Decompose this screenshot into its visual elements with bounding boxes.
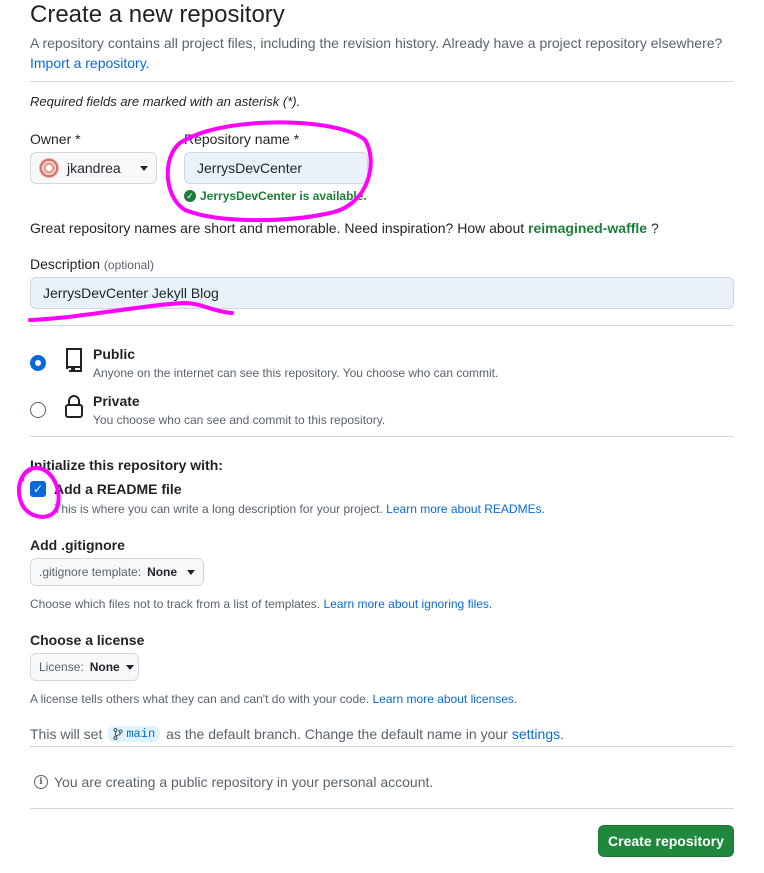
info-icon: i [34, 775, 48, 789]
name-inspiration: Great repository names are short and mem… [30, 220, 659, 236]
gitignore-desc-text: Choose which files not to track from a l… [30, 597, 321, 611]
gitignore-template-dropdown[interactable]: .gitignore template: None [30, 558, 204, 586]
suggested-name-button[interactable]: reimagined-waffle [528, 220, 647, 236]
public-desc: Anyone on the internet can see this repo… [93, 366, 499, 380]
divider [30, 325, 734, 326]
avatar [39, 158, 59, 178]
description-label: Description (optional) [30, 256, 154, 272]
git-branch-icon [113, 728, 123, 740]
owner-label: Owner * [30, 131, 81, 147]
default-branch-note: This will set main as the default branch… [30, 726, 564, 742]
readme-label[interactable]: Add a README file [54, 481, 182, 497]
divider [30, 746, 734, 747]
license-label: Choose a license [30, 632, 145, 648]
info-text: You are creating a public repository in … [54, 774, 434, 790]
settings-link[interactable]: settings [512, 726, 560, 742]
inspiration-text: Great repository names are short and mem… [30, 220, 525, 236]
owner-value: jkandrea [67, 160, 121, 176]
license-desc-text: A license tells others what they can and… [30, 692, 370, 706]
branch-pill: main [108, 726, 161, 742]
check-circle-icon: ✓ [184, 190, 196, 202]
readme-learn-more-link[interactable]: Learn more about READMEs. [386, 502, 545, 516]
gitignore-learn-more-link[interactable]: Learn more about ignoring files. [323, 597, 492, 611]
license-prefix: License: [39, 660, 84, 674]
divider [30, 81, 734, 82]
public-radio[interactable] [30, 355, 46, 371]
license-learn-more-link[interactable]: Learn more about licenses. [373, 692, 518, 706]
required-fields-note: Required fields are marked with an aster… [30, 94, 301, 109]
private-radio[interactable] [30, 402, 46, 418]
license-dropdown[interactable]: License: None [30, 653, 139, 681]
repo-name-label: Repository name * [184, 131, 300, 147]
gitignore-label: Add .gitignore [30, 537, 125, 553]
readme-checkbox[interactable]: ✓ [30, 481, 46, 497]
availability-text: JerrysDevCenter is available. [200, 189, 367, 203]
optional-hint: (optional) [103, 258, 154, 272]
branch-prefix: This will set [30, 726, 103, 742]
owner-dropdown[interactable]: jkandrea [30, 152, 157, 184]
lock-icon [65, 395, 83, 418]
private-desc: You choose who can see and commit to thi… [93, 413, 386, 427]
repo-name-input[interactable] [184, 152, 368, 184]
gitignore-value: None [147, 565, 178, 579]
branch-middle: as the default branch. Change the defaul… [166, 726, 508, 742]
caret-down-icon [140, 165, 148, 171]
inspiration-suffix: ? [650, 220, 659, 236]
caret-down-icon [125, 664, 134, 670]
private-title: Private [93, 393, 140, 409]
import-repository-link[interactable]: Import a repository. [30, 55, 150, 71]
page-title: Create a new repository [30, 1, 285, 28]
create-repository-button[interactable]: Create repository [598, 825, 734, 857]
gitignore-prefix: .gitignore template: [39, 565, 142, 579]
owner-repo-separator: / [166, 156, 172, 178]
readme-desc: This is where you can write a long descr… [54, 502, 545, 516]
caret-down-icon [187, 569, 195, 575]
readme-desc-text: This is where you can write a long descr… [54, 502, 383, 516]
license-value: None [89, 660, 120, 674]
branch-name: main [126, 727, 156, 741]
description-label-text: Description [30, 256, 101, 272]
description-input[interactable] [30, 277, 734, 309]
initialize-label: Initialize this repository with: [30, 457, 223, 473]
availability-status: ✓ JerrysDevCenter is available. [184, 189, 367, 203]
gitignore-desc: Choose which files not to track from a l… [30, 597, 492, 611]
visibility-info: i You are creating a public repository i… [34, 774, 433, 790]
license-desc: A license tells others what they can and… [30, 692, 517, 706]
page-subtitle: A repository contains all project files,… [30, 35, 723, 51]
repo-icon [66, 348, 82, 372]
divider [30, 436, 734, 437]
divider [30, 808, 734, 809]
branch-suffix: . [560, 726, 564, 742]
public-title: Public [93, 346, 136, 362]
